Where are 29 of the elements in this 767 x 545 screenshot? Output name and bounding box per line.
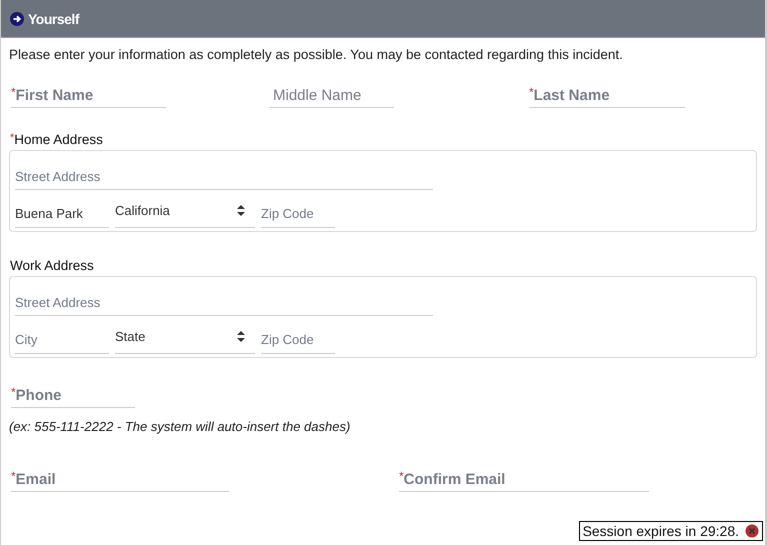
required-mark: * [11,85,16,99]
sort-icon [237,331,245,342]
required-mark: * [11,385,16,399]
required-mark: * [399,469,404,483]
email-field[interactable]: Email [16,471,229,488]
session-text: Session expires in 29:28. [582,523,739,539]
intro-text: Please enter your information as completely as possible. You may be contacted regarding this incident. [9,47,624,62]
name-field[interactable]: Middle Name [269,87,394,104]
phone-hint: (ex: 555-111-2222 - The system will auto-insert the dashes) [9,419,352,434]
close-icon[interactable] [745,524,759,538]
required-mark: * [529,85,534,99]
city-field[interactable]: Buena Park [15,200,109,228]
street-field[interactable]: Street Address [15,289,433,316]
name-field[interactable]: Last Name [534,87,685,104]
zip-field[interactable]: Zip Code [261,326,335,354]
address-label: Work Address [10,258,95,273]
state-select[interactable]: State [115,326,255,354]
city-field[interactable]: City [15,326,109,354]
address-label: *Home Address [10,132,104,147]
state-select[interactable]: California [115,200,255,228]
email-field[interactable]: Confirm Email [404,471,649,488]
street-field[interactable]: Street Address [15,163,433,190]
name-field[interactable]: First Name [16,87,166,104]
phone-field[interactable]: Phone [16,387,135,404]
sort-icon [237,205,245,216]
required-mark: * [11,469,16,483]
zip-field[interactable]: Zip Code [261,200,335,228]
arrow-circle-icon [10,12,24,26]
section-title: Yourself [28,10,79,26]
